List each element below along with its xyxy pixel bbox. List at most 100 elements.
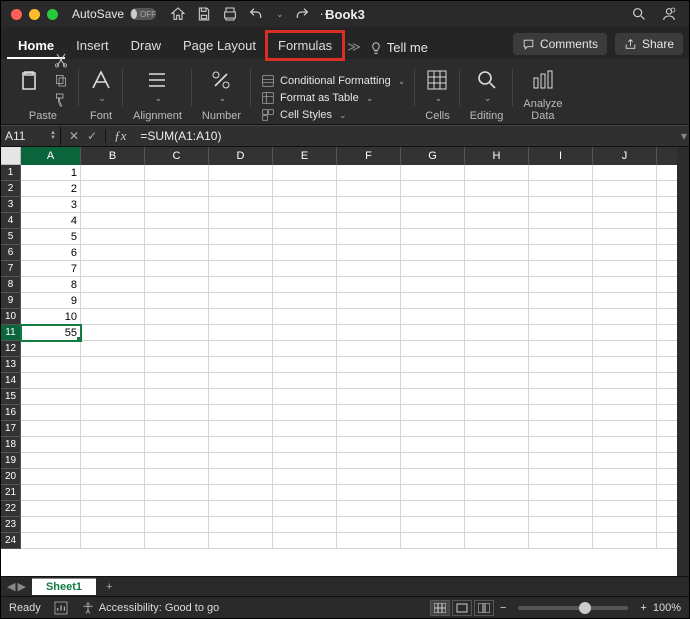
cell[interactable]: [273, 245, 337, 261]
cell[interactable]: [209, 181, 273, 197]
editing-button[interactable]: ⌄: [475, 68, 499, 104]
format-as-table-button[interactable]: Format as Table⌄: [261, 91, 373, 105]
cell[interactable]: [209, 501, 273, 517]
cell[interactable]: [273, 309, 337, 325]
print-icon[interactable]: [222, 6, 238, 22]
cell[interactable]: [209, 437, 273, 453]
cell[interactable]: [593, 501, 657, 517]
cancel-formula-icon[interactable]: ✕: [69, 129, 79, 143]
close-window-button[interactable]: [11, 9, 22, 20]
column-header[interactable]: C: [145, 147, 209, 165]
cell[interactable]: [145, 325, 209, 341]
cell[interactable]: [465, 309, 529, 325]
cell[interactable]: [465, 357, 529, 373]
cell[interactable]: [401, 229, 465, 245]
cell[interactable]: [465, 165, 529, 181]
cell[interactable]: [273, 229, 337, 245]
row-header[interactable]: 5: [1, 229, 21, 245]
formula-input[interactable]: =SUM(A1:A10): [134, 127, 679, 145]
vertical-scrollbar[interactable]: [677, 147, 689, 576]
cell[interactable]: [337, 245, 401, 261]
cell[interactable]: [465, 277, 529, 293]
cell[interactable]: [593, 261, 657, 277]
cell[interactable]: [593, 245, 657, 261]
cell-styles-button[interactable]: Cell Styles⌄: [261, 108, 347, 122]
cell[interactable]: 55: [21, 325, 81, 341]
cell[interactable]: [145, 469, 209, 485]
cell[interactable]: [273, 261, 337, 277]
cell[interactable]: [81, 357, 145, 373]
row-header[interactable]: 20: [1, 469, 21, 485]
cell[interactable]: [209, 293, 273, 309]
cell[interactable]: [337, 373, 401, 389]
cell[interactable]: [529, 453, 593, 469]
cell[interactable]: [401, 389, 465, 405]
cell[interactable]: [81, 277, 145, 293]
cell[interactable]: [401, 245, 465, 261]
cell[interactable]: [593, 373, 657, 389]
cut-icon[interactable]: [53, 52, 69, 68]
cell[interactable]: [401, 405, 465, 421]
cell[interactable]: [209, 469, 273, 485]
cell[interactable]: [273, 421, 337, 437]
cell[interactable]: [593, 389, 657, 405]
cell[interactable]: [145, 421, 209, 437]
cell[interactable]: [81, 325, 145, 341]
cell[interactable]: 9: [21, 293, 81, 309]
cell[interactable]: [529, 373, 593, 389]
accept-formula-icon[interactable]: ✓: [87, 129, 97, 143]
cell[interactable]: [21, 357, 81, 373]
cell[interactable]: [145, 357, 209, 373]
cell[interactable]: [145, 373, 209, 389]
cell[interactable]: [465, 389, 529, 405]
cell[interactable]: [273, 501, 337, 517]
cell[interactable]: [401, 181, 465, 197]
cell[interactable]: [529, 517, 593, 533]
cell[interactable]: [273, 213, 337, 229]
cell[interactable]: [401, 501, 465, 517]
cell[interactable]: [209, 357, 273, 373]
alignment-button[interactable]: ⌄: [145, 68, 169, 104]
cell[interactable]: [209, 389, 273, 405]
cell[interactable]: [593, 277, 657, 293]
cell[interactable]: [145, 181, 209, 197]
cell[interactable]: [273, 341, 337, 357]
cell[interactable]: [401, 277, 465, 293]
cell[interactable]: 10: [21, 309, 81, 325]
cell[interactable]: [401, 437, 465, 453]
cell[interactable]: [209, 213, 273, 229]
tab-insert[interactable]: Insert: [65, 32, 120, 59]
cell[interactable]: [337, 277, 401, 293]
cell[interactable]: [21, 485, 81, 501]
row-header[interactable]: 8: [1, 277, 21, 293]
cell[interactable]: [401, 533, 465, 549]
cell[interactable]: [273, 181, 337, 197]
cell[interactable]: [401, 341, 465, 357]
cell[interactable]: [209, 373, 273, 389]
cell[interactable]: [465, 213, 529, 229]
cell[interactable]: [337, 357, 401, 373]
row-header[interactable]: 13: [1, 357, 21, 373]
cell[interactable]: [209, 341, 273, 357]
cell[interactable]: [81, 181, 145, 197]
cell[interactable]: [145, 245, 209, 261]
cell[interactable]: [593, 309, 657, 325]
home-icon[interactable]: [170, 6, 186, 22]
row-header[interactable]: 1: [1, 165, 21, 181]
cell[interactable]: [273, 469, 337, 485]
cell[interactable]: [529, 277, 593, 293]
cell[interactable]: [465, 533, 529, 549]
cell[interactable]: [81, 469, 145, 485]
cell[interactable]: [145, 213, 209, 229]
account-icon[interactable]: [661, 6, 677, 22]
cell[interactable]: [593, 325, 657, 341]
cell[interactable]: [273, 165, 337, 181]
cell[interactable]: [593, 453, 657, 469]
cell[interactable]: [81, 437, 145, 453]
cell[interactable]: [81, 341, 145, 357]
cell[interactable]: [209, 517, 273, 533]
cell[interactable]: [209, 229, 273, 245]
cell[interactable]: [337, 421, 401, 437]
cell[interactable]: [209, 277, 273, 293]
cell[interactable]: [593, 341, 657, 357]
